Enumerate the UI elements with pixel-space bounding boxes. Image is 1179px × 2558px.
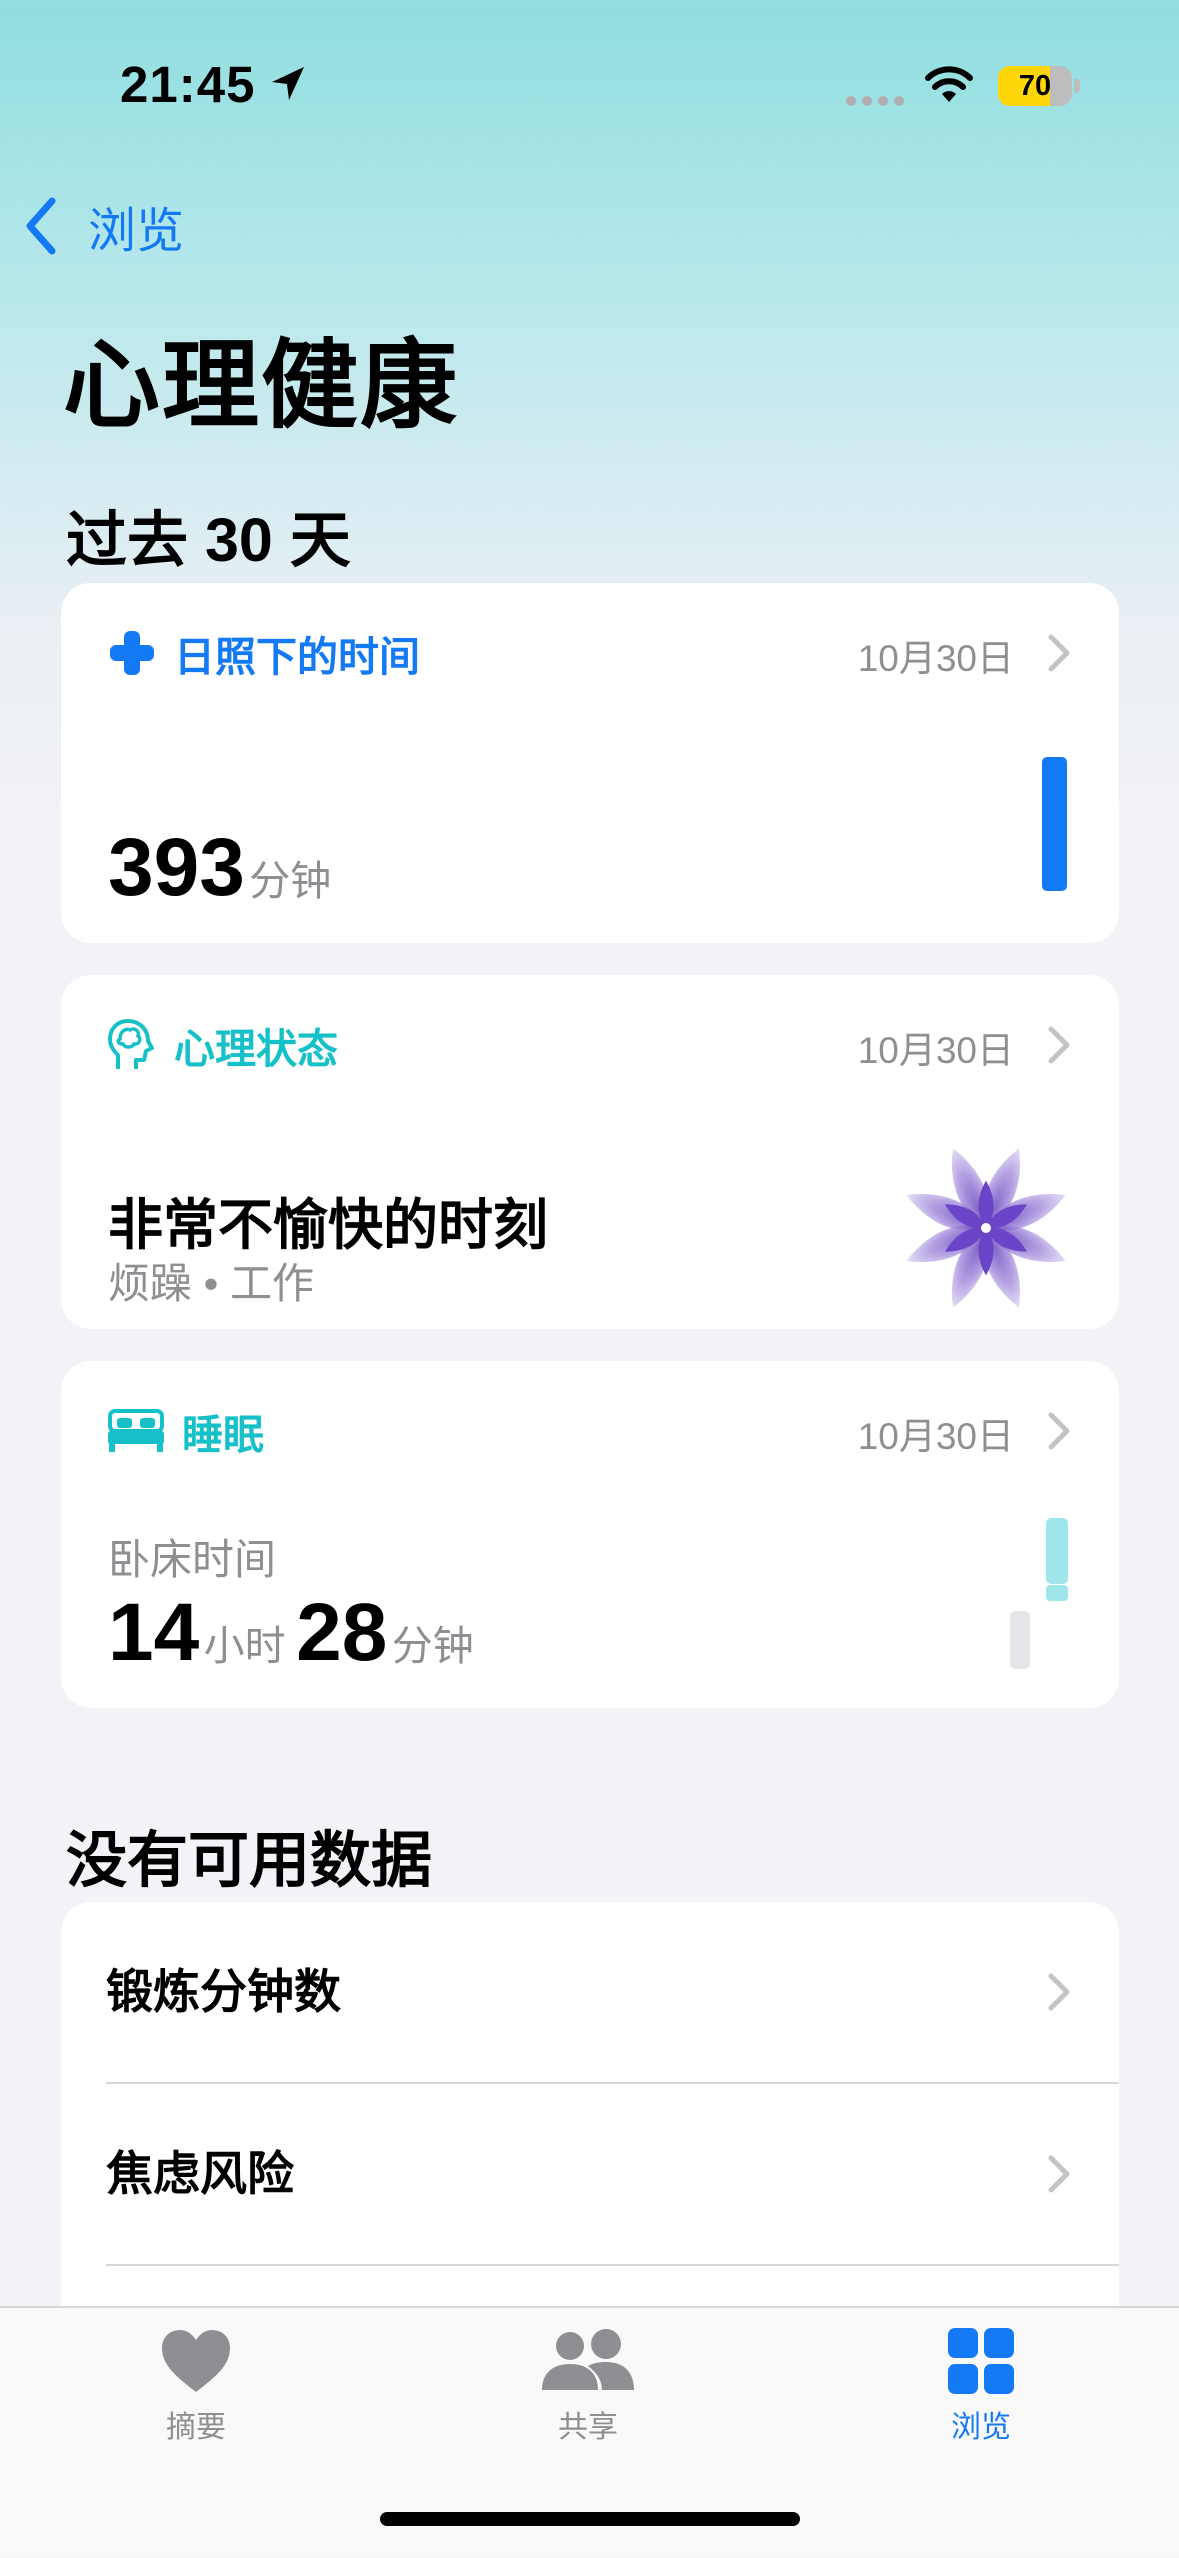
tab-sharing[interactable]: 共享: [488, 2326, 688, 2446]
wifi-icon: [925, 66, 973, 102]
list-item-label: 焦虑风险: [106, 2147, 294, 2200]
sleep-chart-bar-prior: [1010, 1611, 1030, 1669]
chevron-right-icon: [1048, 1026, 1070, 1064]
home-indicator: [380, 2512, 800, 2526]
daylight-card[interactable]: 日照下的时间 10月30日 393 分钟: [61, 583, 1119, 943]
chevron-right-icon: [1048, 1973, 1070, 2011]
tab-label: 摘要: [166, 2411, 226, 2444]
list-item-label: 锻炼分钟数: [106, 1965, 341, 2018]
section-heading-no-data: 没有可用数据: [66, 1826, 433, 1894]
tab-label: 共享: [558, 2411, 618, 2444]
grid-icon: [948, 2328, 1014, 2394]
sleep-hours-unit: 小时: [203, 1623, 286, 1669]
plus-icon: [110, 631, 154, 675]
location-arrow-icon: [272, 67, 304, 100]
chevron-left-icon: [26, 197, 56, 255]
bed-icon: [108, 1409, 164, 1452]
heart-icon: [162, 2330, 230, 2392]
sleep-label: 睡眠: [182, 1412, 264, 1458]
tab-summary[interactable]: 摘要: [96, 2326, 296, 2446]
people-icon: [542, 2329, 634, 2390]
back-button[interactable]: 浏览: [24, 195, 184, 258]
sleep-minutes-unit: 分钟: [391, 1623, 474, 1669]
divider: [106, 2264, 1119, 2266]
daylight-bar: [1042, 757, 1067, 891]
sleep-hours-value: 14: [108, 1587, 200, 1678]
section-heading-recent: 过去 30 天: [66, 506, 351, 574]
daylight-value: 393: [108, 822, 245, 913]
page-title: 心理健康: [63, 331, 459, 440]
sleep-date: 10月30日: [857, 1416, 1014, 1457]
chevron-right-icon: [1048, 1412, 1070, 1450]
sleep-caption: 卧床时间: [108, 1536, 277, 1583]
daylight-unit: 分钟: [249, 858, 332, 904]
sleep-minutes-value: 28: [296, 1587, 388, 1678]
chevron-right-icon: [1048, 2155, 1070, 2193]
battery-indicator: 70: [998, 66, 1080, 106]
tab-label: 浏览: [951, 2411, 1011, 2444]
sleep-chart-bar-inbed-lower: [1046, 1585, 1068, 1601]
daylight-date: 10月30日: [857, 638, 1014, 679]
mental-state-date: 10月30日: [857, 1030, 1014, 1071]
mental-state-label: 心理状态: [174, 1026, 338, 1072]
mental-state-title: 非常不愉快的时刻: [108, 1194, 549, 1256]
mental-state-card[interactable]: 心理状态 10月30日 非常不愉快的时刻 烦躁 • 工作: [61, 975, 1119, 1329]
sleep-chart-bar-inbed: [1046, 1518, 1068, 1584]
status-time: 21:45: [120, 56, 256, 113]
sleep-card[interactable]: 睡眠 10月30日 卧床时间 14 小时 28 分钟: [61, 1361, 1119, 1708]
chevron-right-icon: [1048, 634, 1070, 672]
cellular-signal-icon: [846, 96, 904, 106]
back-label: 浏览: [88, 205, 185, 258]
mental-state-subtitle: 烦躁 • 工作: [108, 1260, 315, 1307]
mood-flower-icon: [906, 1148, 1066, 1308]
head-brain-icon: [108, 1019, 154, 1069]
list-item-anxiety-risk[interactable]: 焦虑风险: [61, 2084, 1119, 2264]
tab-browse[interactable]: 浏览: [881, 2326, 1081, 2446]
daylight-label: 日照下的时间: [174, 634, 420, 680]
battery-level-text: 70: [1018, 70, 1052, 102]
list-item-exercise-minutes[interactable]: 锻炼分钟数: [61, 1902, 1119, 2082]
